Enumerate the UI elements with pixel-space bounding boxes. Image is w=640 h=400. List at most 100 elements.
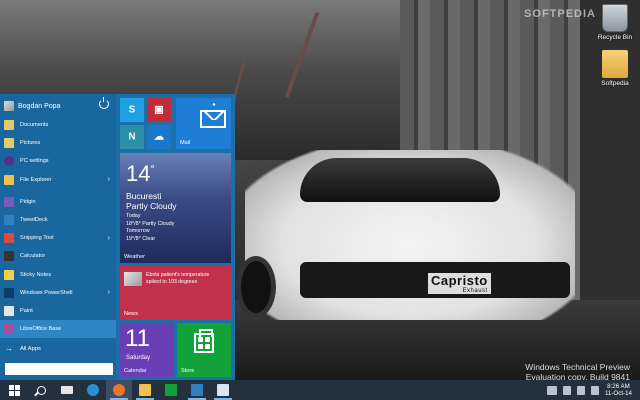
start-menu: Bogdan Popa Documents Pictures PC settin… — [0, 94, 235, 380]
menu-item-documents[interactable]: Documents — [0, 116, 116, 134]
all-apps-button[interactable]: → All Apps — [4, 344, 41, 354]
avatar — [4, 101, 14, 111]
skype-icon: S — [128, 104, 136, 116]
tile-name: News — [124, 311, 138, 317]
tile-name: Weather — [124, 254, 146, 260]
weather-degree: ° — [150, 164, 155, 176]
forecast-today-label: Today — [126, 213, 141, 219]
news-tile[interactable]: Ebola patient's temperature spiked to 10… — [120, 266, 231, 320]
onenote-icon: N — [128, 131, 136, 143]
menu-item-file-explorer[interactable]: File Explorer › — [0, 171, 116, 189]
firefox-button[interactable] — [106, 380, 132, 400]
car-windshield — [300, 158, 500, 202]
weather-temperature: 14° — [126, 161, 154, 187]
store-icon — [165, 384, 177, 396]
onenote-tile[interactable]: N — [120, 125, 144, 149]
video-tile[interactable]: ▣ — [147, 98, 171, 122]
desktop-icon-label: Recycle Bin — [597, 34, 633, 41]
arrow-right-icon: → — [5, 344, 13, 353]
evaluation-line1: Windows Technical Preview — [525, 362, 630, 372]
powershell-icon — [4, 287, 14, 298]
onedrive-tile[interactable]: ☁ — [147, 125, 171, 149]
notification-icon[interactable] — [590, 385, 599, 395]
menu-item-label: Sticky Notes — [20, 271, 52, 278]
menu-item-label: Documents — [20, 122, 49, 129]
windows-logo-icon — [198, 337, 210, 349]
menu-item-tweetdeck[interactable]: TweetDeck — [0, 211, 116, 229]
weather-city: Bucuresti — [126, 191, 162, 201]
clock[interactable]: 8:26 AM 11-Oct-14 — [605, 383, 632, 398]
evaluation-line2: Evaluation copy. Build 9841 — [525, 372, 630, 380]
video-icon: ▣ — [154, 104, 164, 116]
menu-item-windows-powershell[interactable]: Windows PowerShell › — [0, 284, 116, 302]
menu-item-calculator[interactable]: Calculator — [0, 247, 116, 265]
forecast-today: 18°/8° Partly Cloudy — [126, 220, 175, 227]
user-name: Bogdan Popa — [18, 102, 61, 110]
sticky-notes-icon — [4, 269, 14, 280]
user-account[interactable]: Bogdan Popa — [4, 97, 112, 114]
task-view-icon — [61, 386, 73, 394]
paint-icon — [4, 305, 14, 316]
weather-forecast: Today 18°/8° Partly Cloudy Tomorrow 19°/… — [126, 213, 174, 243]
internet-explorer-button[interactable] — [80, 380, 106, 400]
all-apps-label: All Apps — [20, 346, 41, 352]
menu-item-pictures[interactable]: Pictures — [0, 134, 116, 152]
calendar-day-name: Saturday — [126, 355, 151, 361]
tweetdeck-button[interactable] — [184, 380, 210, 400]
menu-item-label: Snipping Tool — [20, 235, 54, 242]
volume-icon[interactable] — [576, 385, 585, 395]
menu-item-libreoffice-base[interactable]: LibreOffice Base — [0, 320, 116, 339]
start-menu-left-pane: Bogdan Popa Documents Pictures PC settin… — [0, 94, 116, 380]
menu-item-label: Pidgin — [20, 198, 36, 205]
menu-item-snipping-tool[interactable]: Snipping Tool › — [0, 229, 116, 247]
store-button[interactable] — [158, 380, 184, 400]
pictures-icon — [4, 138, 14, 149]
folder-icon — [602, 50, 628, 78]
weather-location: Bucuresti Partly Cloudy — [126, 191, 177, 211]
mail-tile[interactable]: Mail — [176, 98, 231, 149]
news-thumbnail — [124, 272, 142, 286]
car-sub: Exhaust — [462, 288, 488, 294]
menu-item-sticky-notes[interactable]: Sticky Notes — [0, 266, 116, 284]
file-explorer-button[interactable] — [132, 380, 158, 400]
mail-flap — [200, 110, 226, 120]
chevron-right-icon[interactable]: › — [108, 176, 110, 183]
tweetdeck-icon — [191, 384, 203, 396]
menu-item-pc-settings[interactable]: PC settings — [0, 152, 116, 170]
menu-item-paint[interactable]: Paint — [0, 302, 116, 320]
documents-icon — [4, 120, 14, 131]
menu-item-pidgin[interactable]: Pidgin — [0, 193, 116, 211]
pidgin-icon — [4, 196, 14, 207]
car-badge: Capristo Exhaust — [428, 273, 491, 294]
menu-item-label: Pictures — [20, 140, 41, 147]
recycle-bin-desktop-icon[interactable]: Recycle Bin — [590, 4, 640, 41]
chevron-right-icon[interactable]: › — [108, 289, 110, 296]
search-button[interactable] — [28, 380, 54, 400]
calendar-tile[interactable]: 11 Saturday Calendar — [120, 323, 174, 377]
menu-item-label: TweetDeck — [20, 217, 48, 224]
softpedia-desktop-icon[interactable]: Softpedia — [590, 50, 640, 87]
start-search-input[interactable] — [4, 362, 114, 376]
weather-condition: Partly Cloudy — [126, 201, 177, 211]
network-icon[interactable] — [562, 385, 571, 395]
menu-item-label: LibreOffice Base — [20, 326, 62, 333]
store-tile[interactable]: Store — [177, 323, 231, 377]
menu-item-label: PC settings — [20, 158, 49, 165]
evaluation-watermark: Windows Technical Preview Evaluation cop… — [525, 362, 630, 380]
power-icon[interactable] — [99, 97, 109, 109]
task-view-button[interactable] — [54, 380, 80, 400]
news-headline: Ebola patient's temperature spiked to 10… — [146, 272, 210, 285]
weather-tile[interactable]: 14° Bucuresti Partly Cloudy Today 18°/8°… — [120, 153, 231, 263]
windows-logo-icon — [8, 384, 20, 396]
weather-temp-value: 14 — [126, 161, 151, 186]
chevron-right-icon[interactable]: › — [108, 235, 110, 242]
start-button[interactable] — [0, 380, 28, 400]
skype-tile[interactable]: S — [120, 98, 144, 122]
folder-icon — [139, 384, 151, 396]
search-icon — [36, 385, 46, 395]
taskbar — [0, 380, 640, 400]
tile-name: Calendar — [124, 368, 147, 374]
tweetdeck-icon — [4, 215, 14, 226]
keyboard-icon[interactable] — [546, 385, 557, 395]
document-button[interactable] — [210, 380, 236, 400]
